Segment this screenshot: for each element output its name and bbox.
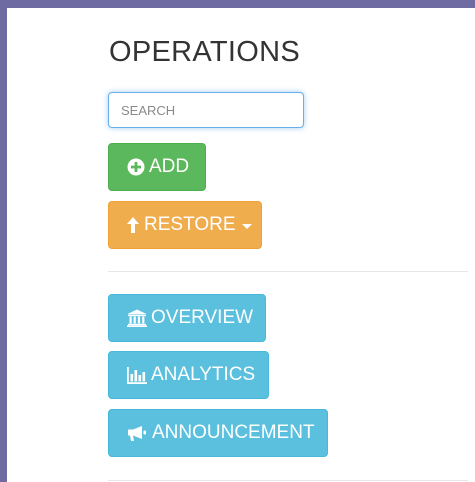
- search-input[interactable]: [108, 92, 304, 128]
- announcement-button-label: ANNOUNCEMENT: [152, 422, 315, 443]
- overview-button[interactable]: OVERVIEW: [108, 294, 266, 342]
- analytics-button-label: ANALYTICS: [151, 364, 256, 385]
- restore-button-label: RESTORE: [144, 214, 236, 235]
- page-title: OPERATIONS: [109, 36, 300, 68]
- operations-panel: OPERATIONS ADD RESTORE: [7, 8, 475, 482]
- announcement-button[interactable]: ANNOUNCEMENT: [108, 409, 328, 457]
- bullhorn-icon: [126, 425, 148, 442]
- bar-chart-icon: [127, 366, 147, 384]
- add-button-label: ADD: [149, 156, 190, 177]
- chevron-down-icon: [241, 224, 252, 229]
- arrow-up-icon: [126, 216, 140, 234]
- plus-circle-icon: [127, 158, 145, 176]
- analytics-button[interactable]: ANALYTICS: [108, 351, 269, 399]
- bank-icon: [127, 309, 147, 327]
- divider: [108, 271, 468, 272]
- divider: [108, 480, 468, 481]
- add-button[interactable]: ADD: [108, 143, 206, 191]
- restore-dropdown-button[interactable]: RESTORE: [108, 201, 262, 249]
- overview-button-label: OVERVIEW: [151, 307, 254, 328]
